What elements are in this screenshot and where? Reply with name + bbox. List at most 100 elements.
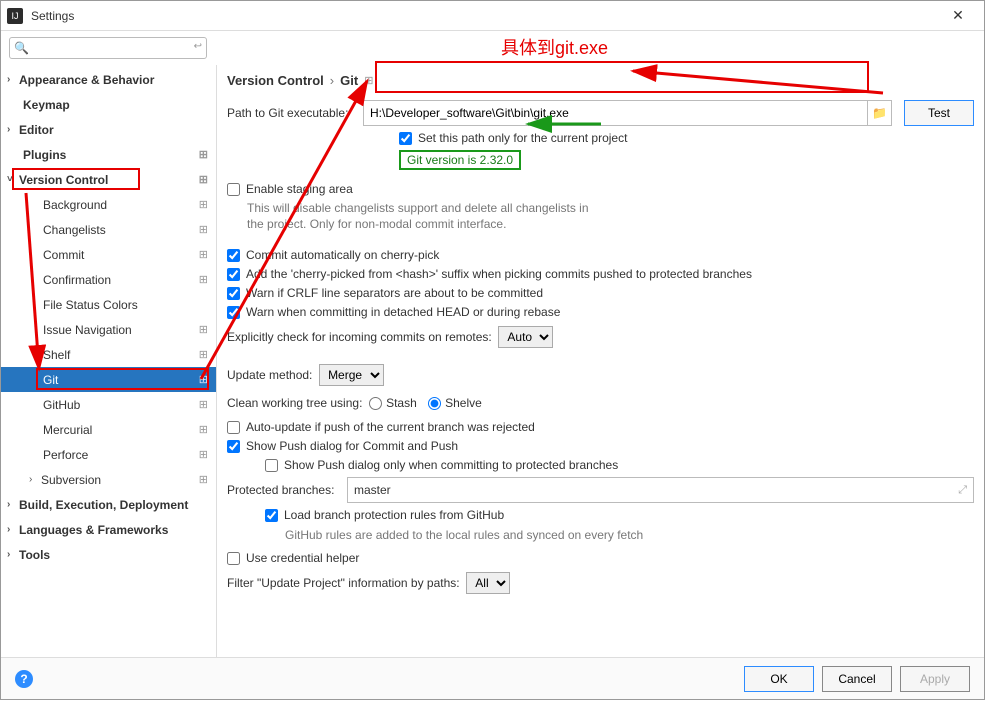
sidebar-item-file-status[interactable]: File Status Colors: [1, 292, 216, 317]
search-box: 🔍 ↩: [9, 37, 207, 59]
expand-icon[interactable]: ⤢: [958, 484, 967, 497]
history-icon[interactable]: ↩: [194, 41, 202, 52]
project-scope-icon: ⊞: [199, 473, 208, 486]
checkbox-label: Warn when committing in detached HEAD or…: [246, 305, 560, 319]
sidebar-item-confirmation[interactable]: Confirmation⊞: [1, 267, 216, 292]
filter-select[interactable]: All: [466, 572, 510, 594]
sidebar-item-label: Keymap: [23, 98, 70, 112]
help-icon[interactable]: ?: [15, 670, 33, 688]
chevron-right-icon: ›: [7, 124, 19, 135]
sidebar-item-commit[interactable]: Commit ⊞: [1, 242, 216, 267]
radio-label: Stash: [386, 396, 417, 410]
sidebar-item-subversion[interactable]: ›Subversion ⊞: [1, 467, 216, 492]
project-scope-icon: ⊞: [199, 148, 208, 161]
project-scope-icon: ⊞: [199, 323, 208, 336]
sidebar-item-editor[interactable]: ›Editor: [1, 117, 216, 142]
settings-content: Version Control › Git ⊞ Path to Git exec…: [217, 65, 984, 683]
checkbox-label: Use credential helper: [246, 551, 359, 565]
chevron-right-icon: ›: [7, 524, 19, 535]
sidebar-item-background[interactable]: Background ⊞: [1, 192, 216, 217]
git-version-message: Git version is 2.32.0: [399, 150, 521, 170]
breadcrumb-leaf: Git: [340, 73, 358, 88]
cherry-suffix-checkbox[interactable]: [227, 268, 240, 281]
git-path-input[interactable]: [363, 100, 868, 126]
project-scope-icon: ⊞: [199, 223, 208, 236]
browse-icon[interactable]: 📁: [868, 100, 892, 126]
checkbox-label: Set this path only for the current proje…: [418, 131, 627, 145]
sidebar-item-version-control[interactable]: ˅Version Control⊞: [1, 167, 216, 192]
sidebar-item-label: Version Control: [19, 173, 108, 187]
git-path-label: Path to Git executable:: [227, 106, 363, 120]
sidebar-item-keymap[interactable]: Keymap: [1, 92, 216, 117]
test-button[interactable]: Test: [904, 100, 974, 126]
checkbox-label: Auto-update if push of the current branc…: [246, 420, 535, 434]
sidebar-item-changelists[interactable]: Changelists ⊞: [1, 217, 216, 242]
checkbox-label: Warn if CRLF line separators are about t…: [246, 286, 543, 300]
commit-auto-cherry-checkbox[interactable]: [227, 249, 240, 262]
show-push-dialog-checkbox[interactable]: [227, 440, 240, 453]
sidebar-item-issue-navigation[interactable]: Issue Navigation ⊞: [1, 317, 216, 342]
sidebar-item-label: Git: [43, 373, 58, 387]
sidebar-item-github[interactable]: GitHub ⊞: [1, 392, 216, 417]
auto-update-push-checkbox[interactable]: [227, 421, 240, 434]
sidebar-item-perforce[interactable]: Perforce⊞: [1, 442, 216, 467]
protected-branches-input[interactable]: master ⤢: [347, 477, 974, 503]
sidebar-item-git[interactable]: Git⊞: [1, 367, 216, 392]
sidebar-item-label: Issue Navigation: [43, 323, 132, 337]
load-github-rules-checkbox[interactable]: [265, 509, 278, 522]
annotation-text: 具体到git.exe: [501, 34, 608, 60]
incoming-label: Explicitly check for incoming commits on…: [227, 330, 492, 344]
sidebar-item-plugins[interactable]: Plugins⊞: [1, 142, 216, 167]
credential-helper-checkbox[interactable]: [227, 552, 240, 565]
project-scope-icon: ⊞: [199, 348, 208, 361]
checkbox-label: Commit automatically on cherry-pick: [246, 248, 439, 262]
breadcrumb: Version Control › Git ⊞: [227, 65, 974, 100]
sidebar-item-label: File Status Colors: [43, 298, 138, 312]
project-scope-icon: ⊞: [199, 448, 208, 461]
shelve-radio[interactable]: [428, 397, 441, 410]
clean-tree-label: Clean working tree using:: [227, 396, 362, 410]
update-method-label: Update method:: [227, 368, 312, 382]
sidebar-item-tools[interactable]: ›Tools: [1, 542, 216, 567]
sidebar-item-label: Editor: [19, 123, 54, 137]
project-scope-icon: ⊞: [199, 173, 208, 186]
chevron-right-icon: ›: [7, 74, 19, 85]
sidebar-item-shelf[interactable]: Shelf⊞: [1, 342, 216, 367]
settings-tree[interactable]: ›Appearance & Behavior Keymap ›Editor Pl…: [1, 65, 217, 683]
chevron-right-icon: ›: [29, 474, 41, 485]
sidebar-item-label: Background: [43, 198, 107, 212]
sidebar-item-label: Commit: [43, 248, 84, 262]
ok-button[interactable]: OK: [744, 666, 814, 692]
sidebar-item-languages[interactable]: ›Languages & Frameworks: [1, 517, 216, 542]
sidebar-item-build[interactable]: ›Build, Execution, Deployment: [1, 492, 216, 517]
warn-detached-checkbox[interactable]: [227, 306, 240, 319]
set-path-current-project-checkbox[interactable]: [399, 132, 412, 145]
breadcrumb-root[interactable]: Version Control: [227, 73, 324, 88]
chevron-right-icon: ›: [7, 499, 19, 510]
incoming-select[interactable]: Auto: [498, 326, 553, 348]
project-scope-icon: ⊞: [199, 248, 208, 261]
app-icon: IJ: [7, 8, 23, 24]
cancel-button[interactable]: Cancel: [822, 666, 892, 692]
title-bar: IJ Settings ✕: [1, 1, 984, 31]
sidebar-item-label: GitHub: [43, 398, 80, 412]
sidebar-item-label: Mercurial: [43, 423, 92, 437]
update-method-select[interactable]: Merge: [319, 364, 384, 386]
checkbox-label: Load branch protection rules from GitHub: [284, 508, 504, 522]
checkbox-label: Show Push dialog for Commit and Push: [246, 439, 458, 453]
search-input[interactable]: [9, 37, 207, 59]
sidebar-item-label: Changelists: [43, 223, 106, 237]
sidebar-item-appearance[interactable]: ›Appearance & Behavior: [1, 67, 216, 92]
window-title: Settings: [31, 9, 74, 23]
close-icon[interactable]: ✕: [938, 2, 978, 30]
project-scope-icon: ⊞: [199, 273, 208, 286]
project-scope-icon: ⊞: [199, 198, 208, 211]
warn-crlf-checkbox[interactable]: [227, 287, 240, 300]
apply-button[interactable]: Apply: [900, 666, 970, 692]
project-scope-icon: ⊞: [199, 398, 208, 411]
show-push-protected-checkbox[interactable]: [265, 459, 278, 472]
sidebar-item-mercurial[interactable]: Mercurial⊞: [1, 417, 216, 442]
stash-radio[interactable]: [369, 397, 382, 410]
enable-staging-checkbox[interactable]: [227, 183, 240, 196]
sidebar-item-label: Subversion: [41, 473, 101, 487]
